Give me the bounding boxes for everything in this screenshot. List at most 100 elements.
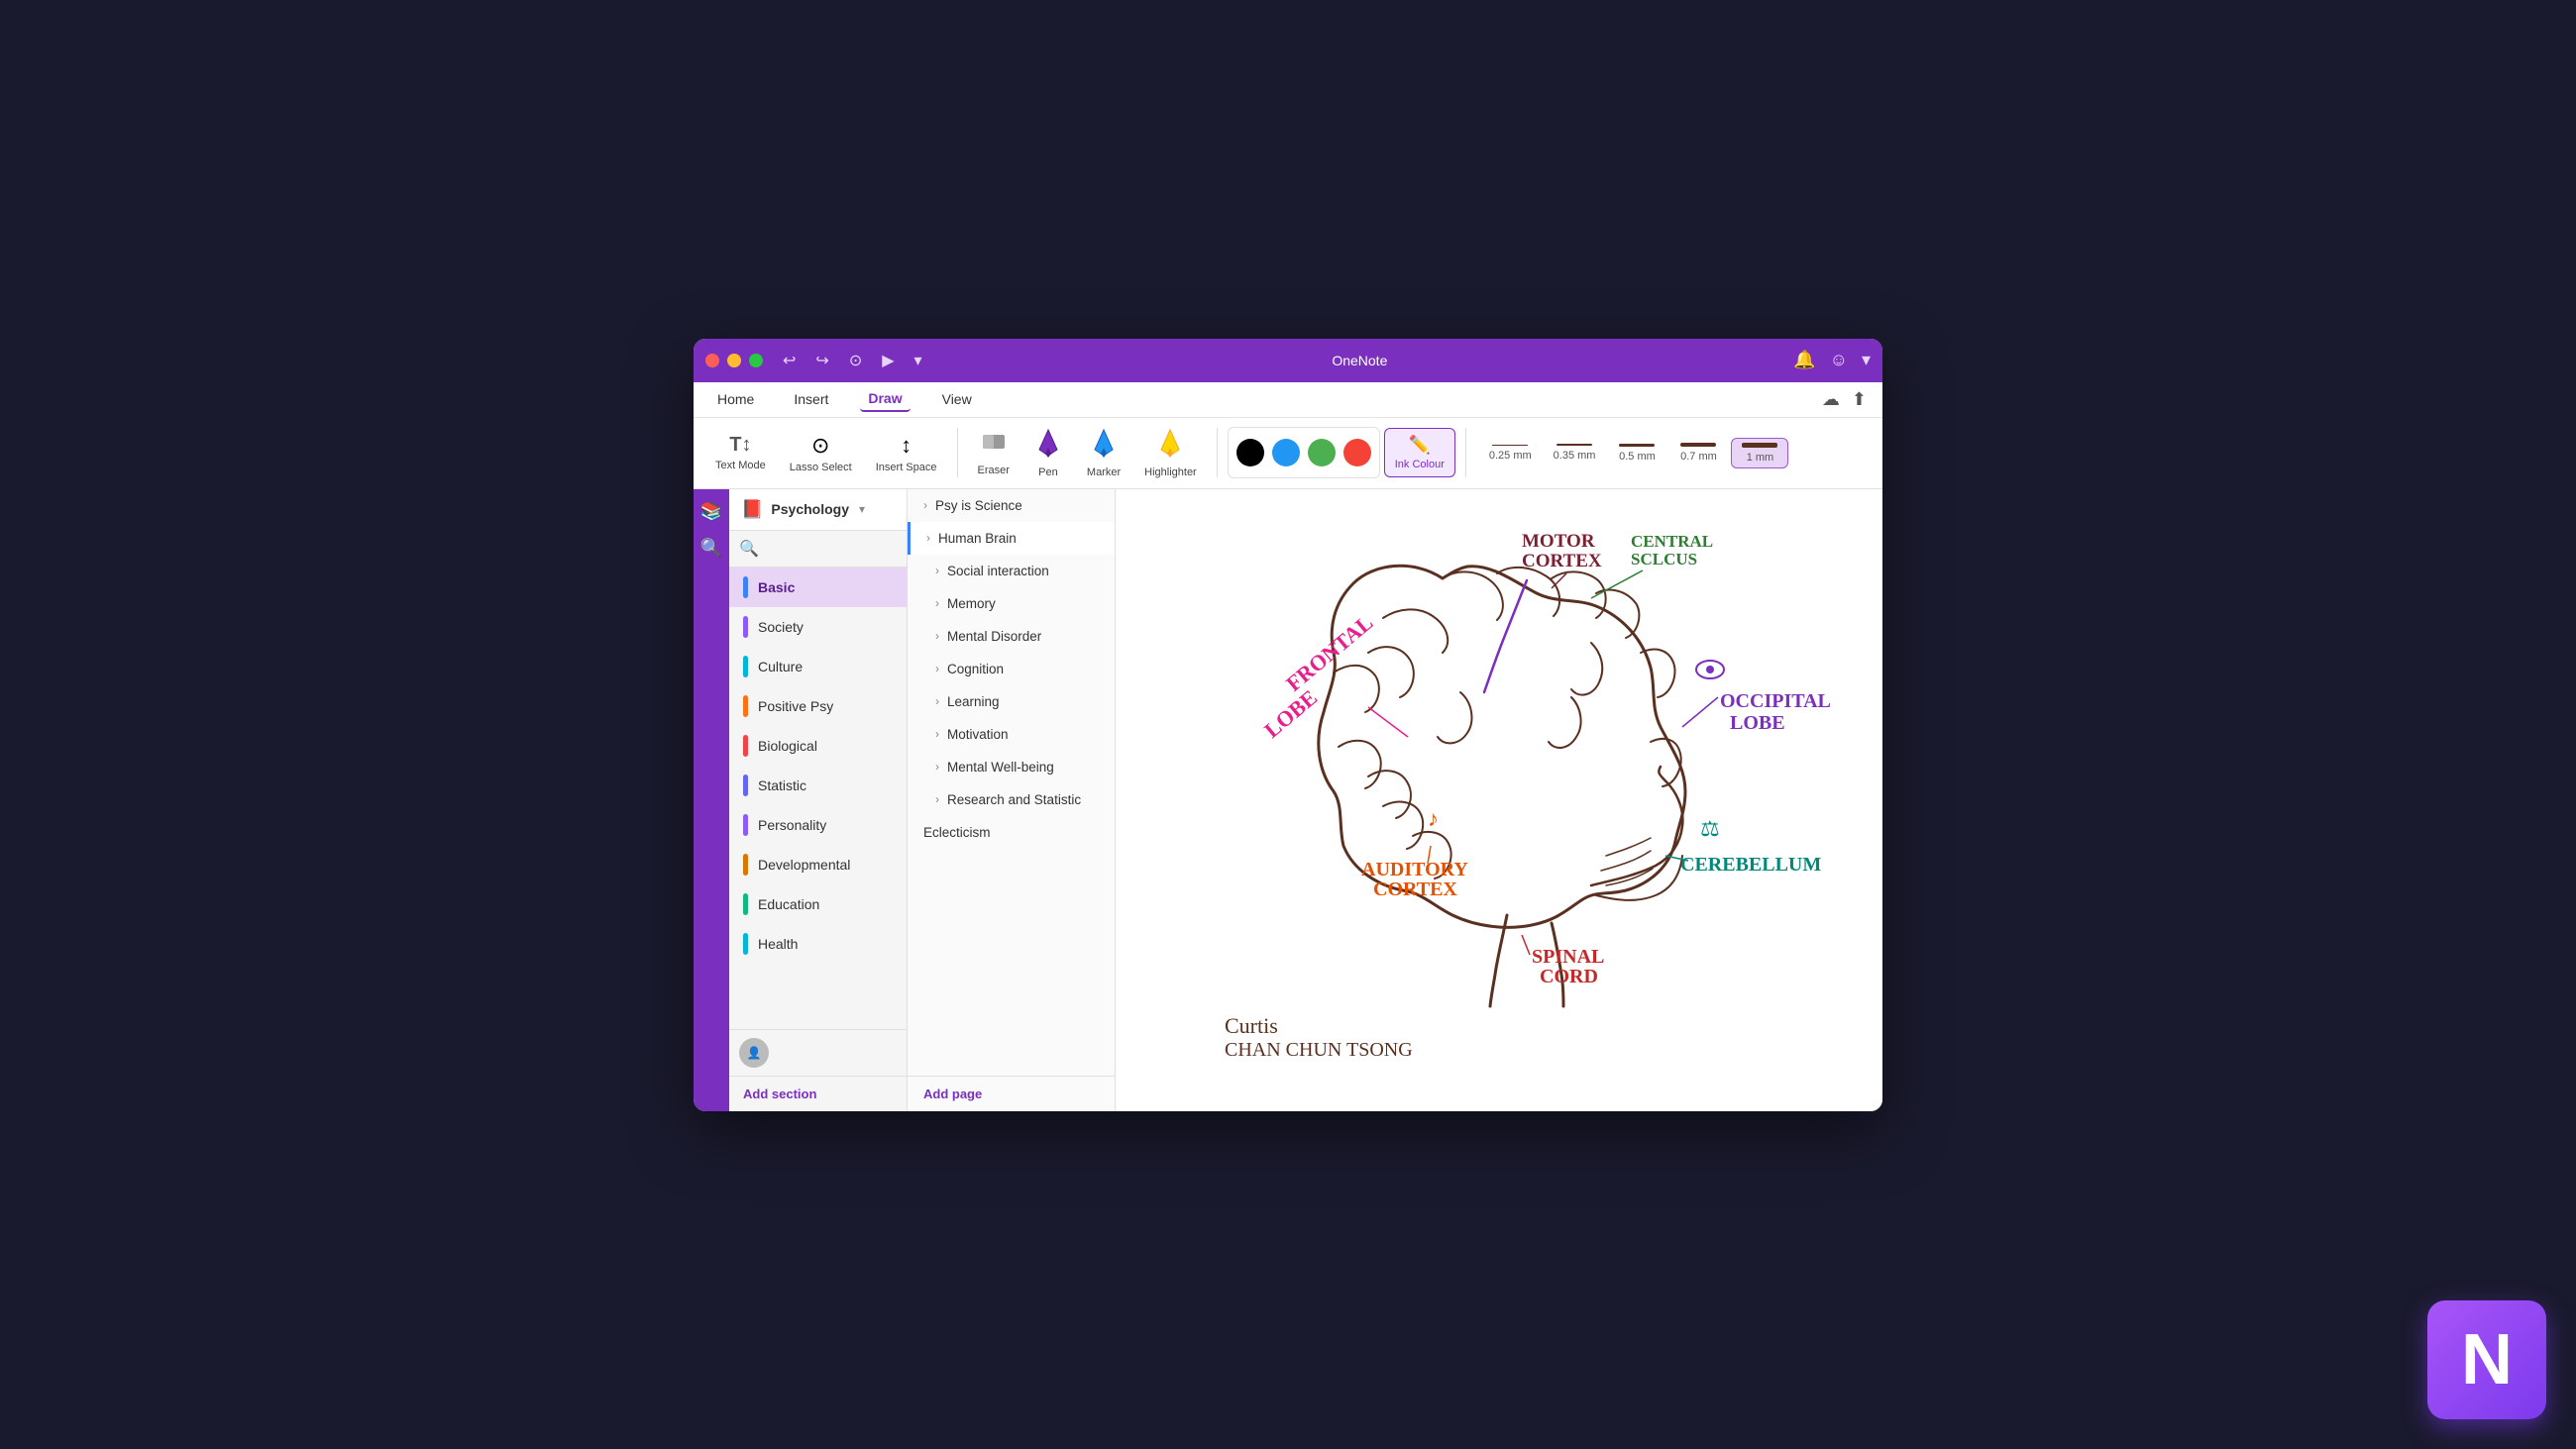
ink-colour-button[interactable]: ✏️ Ink Colour: [1384, 428, 1455, 477]
window-title: OneNote: [926, 353, 1794, 368]
smiley-icon[interactable]: ☺: [1830, 350, 1848, 370]
menu-home[interactable]: Home: [709, 387, 762, 411]
page-cognition-label: Cognition: [947, 662, 1004, 676]
pen-button[interactable]: Pen: [1023, 422, 1073, 484]
home-button[interactable]: ⊙: [845, 349, 866, 372]
section-statistic[interactable]: Statistic: [729, 766, 907, 805]
page-mental-wellbeing[interactable]: › Mental Well-being: [908, 751, 1115, 783]
stroke-07-line: [1680, 443, 1716, 447]
search-icon[interactable]: 🔍: [739, 541, 759, 558]
color-palette: [1228, 427, 1380, 478]
page-chevron-5: ›: [935, 629, 939, 643]
section-health-color: [743, 933, 748, 955]
stroke-05-button[interactable]: 0.5 mm: [1608, 439, 1665, 467]
onenote-app-icon[interactable]: N: [2427, 1300, 2546, 1419]
highlighter-button[interactable]: Highlighter: [1134, 422, 1207, 484]
section-education[interactable]: Education: [729, 884, 907, 924]
lasso-icon: ⊙: [811, 433, 829, 459]
cloud-icon[interactable]: ☁: [1822, 389, 1840, 410]
share-icon[interactable]: ⬆: [1852, 389, 1867, 410]
marker-icon: [1091, 428, 1117, 464]
section-society[interactable]: Society: [729, 607, 907, 647]
occipital-lobe-label2: LOBE: [1730, 712, 1785, 734]
back-button[interactable]: ↩: [779, 349, 800, 372]
section-society-label: Society: [758, 619, 804, 635]
sidebar-search-icon[interactable]: 🔍: [700, 538, 722, 559]
motor-cortex-label2: CORTEX: [1522, 551, 1602, 571]
stroke-sizes: 0.25 mm 0.35 mm 0.5 mm 0.7 mm 1 mm: [1480, 438, 1789, 468]
pen-label: Pen: [1038, 466, 1058, 478]
stroke-025-label: 0.25 mm: [1489, 450, 1532, 462]
section-education-color: [743, 893, 748, 915]
forward-button[interactable]: ↪: [811, 349, 832, 372]
menu-view[interactable]: View: [934, 387, 980, 411]
nav-down-button[interactable]: ▾: [911, 349, 926, 372]
marker-button[interactable]: Marker: [1077, 422, 1130, 484]
add-section-button[interactable]: Add section: [729, 1076, 907, 1111]
sections-list: Basic Society Culture Positive Psy Biolo…: [729, 568, 907, 1029]
central-sulcus-label1: CENTRAL: [1631, 532, 1713, 551]
page-psy-is-science[interactable]: › Psy is Science: [908, 489, 1115, 522]
maximize-button[interactable]: [749, 354, 763, 367]
page-memory[interactable]: › Memory: [908, 587, 1115, 620]
separator-3: [1465, 428, 1466, 477]
section-biological[interactable]: Biological: [729, 726, 907, 766]
traffic-lights: [705, 354, 763, 367]
close-button[interactable]: [705, 354, 719, 367]
page-social-interaction[interactable]: › Social interaction: [908, 555, 1115, 587]
central-sulcus-label2: SCLCUS: [1631, 550, 1697, 569]
add-page-button[interactable]: Add page: [908, 1076, 1115, 1111]
section-culture-color: [743, 656, 748, 677]
frontal-lobe-label2: LOBE: [1259, 684, 1322, 742]
section-culture[interactable]: Culture: [729, 647, 907, 686]
user-avatar[interactable]: 👤: [739, 1038, 769, 1068]
page-eclecticism[interactable]: Eclecticism: [908, 816, 1115, 849]
section-basic[interactable]: Basic: [729, 568, 907, 607]
scale-icon: ⚖: [1700, 816, 1720, 841]
eraser-icon: [981, 429, 1007, 462]
page-research-statistic[interactable]: › Research and Statistic: [908, 783, 1115, 816]
page-chevron-4: ›: [935, 596, 939, 610]
onenote-letter: N: [2461, 1319, 2513, 1400]
motor-cortex-label1: MOTOR: [1522, 531, 1595, 552]
nav-forward2-button[interactable]: ▶: [878, 349, 898, 372]
notebook-chevron[interactable]: ▾: [859, 502, 865, 516]
insert-space-button[interactable]: ↕ Insert Space: [866, 427, 947, 479]
stroke-1-label: 1 mm: [1747, 452, 1774, 464]
page-chevron-8: ›: [935, 727, 939, 741]
stroke-1-button[interactable]: 1 mm: [1731, 438, 1788, 468]
minimize-button[interactable]: [727, 354, 741, 367]
page-cognition[interactable]: › Cognition: [908, 653, 1115, 685]
section-personality[interactable]: Personality: [729, 805, 907, 845]
section-society-color: [743, 616, 748, 638]
color-green[interactable]: [1308, 439, 1336, 466]
stroke-025-button[interactable]: 0.25 mm: [1480, 440, 1541, 466]
menu-draw[interactable]: Draw: [860, 386, 910, 412]
text-mode-button[interactable]: T↕ Text Mode: [705, 428, 776, 477]
separator-1: [957, 428, 958, 477]
page-human-brain[interactable]: › Human Brain: [908, 522, 1115, 555]
color-blue[interactable]: [1272, 439, 1300, 466]
section-health[interactable]: Health: [729, 924, 907, 964]
bell-icon[interactable]: 🔔: [1793, 350, 1815, 370]
eraser-button[interactable]: Eraser: [968, 423, 1020, 482]
page-motivation[interactable]: › Motivation: [908, 718, 1115, 751]
color-black[interactable]: [1236, 439, 1264, 466]
stroke-035-button[interactable]: 0.35 mm: [1545, 439, 1605, 466]
page-mental-disorder[interactable]: › Mental Disorder: [908, 620, 1115, 653]
menu-insert[interactable]: Insert: [786, 387, 836, 411]
auditory-cortex-label1: AUDITORY: [1361, 859, 1468, 880]
sidebar-notebooks-icon[interactable]: 📚: [700, 501, 722, 522]
page-learning[interactable]: › Learning: [908, 685, 1115, 718]
section-positive-psy[interactable]: Positive Psy: [729, 686, 907, 726]
stroke-07-button[interactable]: 0.7 mm: [1669, 438, 1727, 467]
section-developmental[interactable]: Developmental: [729, 845, 907, 884]
lasso-select-button[interactable]: ⊙ Lasso Select: [780, 427, 862, 479]
pen-icon: [1035, 428, 1061, 464]
title-chevron[interactable]: ▾: [1862, 350, 1871, 370]
page-eclecticism-label: Eclecticism: [923, 825, 991, 840]
sections-panel: 📕 Psychology ▾ 🔍 Basic Society Culture: [729, 489, 908, 1111]
color-red[interactable]: [1343, 439, 1371, 466]
section-personality-label: Personality: [758, 817, 826, 833]
canvas-area[interactable]: FRONTAL LOBE MOTOR CORTEX CENTRAL SCLCUS…: [1116, 489, 1882, 1111]
